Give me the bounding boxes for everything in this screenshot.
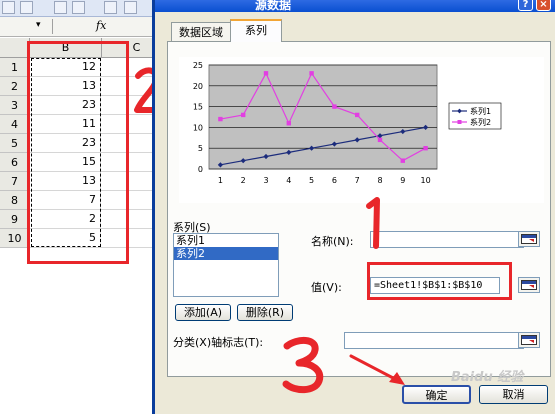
row-header[interactable]: 10: [0, 229, 30, 248]
data-point: [377, 137, 383, 143]
cancel-button[interactable]: 取消: [479, 385, 548, 404]
x-tick-label: 6: [332, 176, 337, 185]
legend-swatch-marker: [457, 120, 462, 124]
watermark: Baidu 经验: [451, 370, 524, 385]
tab-data-range[interactable]: 数据区域: [171, 22, 231, 41]
select-all-corner[interactable]: [0, 38, 30, 57]
toolbar-button-2[interactable]: [20, 1, 33, 14]
insert-function-icon[interactable]: fx: [96, 19, 106, 32]
x-tick-label: 4: [286, 176, 291, 185]
remove-series-button[interactable]: 删除(R): [237, 304, 293, 321]
preview-icon[interactable]: [72, 1, 85, 14]
add-series-button[interactable]: 添加(A): [175, 304, 231, 321]
y-tick-label: 20: [193, 82, 203, 91]
y-tick-label: 0: [198, 165, 203, 174]
collapse-dialog-icon: [521, 280, 537, 290]
annotation-box-data-range: [27, 41, 129, 264]
collapse-dialog-icon: [521, 335, 537, 345]
formula-bar-divider: [52, 19, 53, 34]
annotation-number-2: [134, 67, 152, 113]
annotation-arrow-to-ok: [349, 354, 405, 385]
row-header[interactable]: 8: [0, 191, 30, 210]
spellcheck-icon[interactable]: [104, 1, 117, 14]
annotation-number-1: [366, 197, 380, 249]
data-point: [286, 121, 291, 126]
x-tick-label: 5: [309, 176, 314, 185]
row-header[interactable]: 1: [0, 58, 30, 77]
toolbar-button-1[interactable]: [2, 1, 15, 14]
dialog-title-bar[interactable]: 源数据 ? ×: [155, 0, 555, 12]
tab-series[interactable]: 系列: [230, 19, 282, 42]
x-tick-label: 7: [355, 176, 360, 185]
annotation-box-value: [367, 262, 512, 300]
spreadsheet: ▾ fx B C 1 2 3 4 5 6 7 8 9 10 12 13 23 11 23 15 13 7 2 5: [0, 0, 152, 414]
x-tick-label: 1: [218, 176, 223, 185]
row-header[interactable]: 6: [0, 153, 30, 172]
data-point: [332, 104, 337, 109]
name-range-picker-button[interactable]: [518, 231, 540, 247]
name-input[interactable]: [370, 231, 524, 248]
y-tick-label: 15: [193, 103, 203, 112]
x-tick-label: 9: [400, 176, 405, 185]
research-icon[interactable]: [124, 1, 137, 14]
source-data-dialog: 源数据 ? × 数据区域 系列 0 5 10 15 20 25 1 2 3 4 5 6 7 8 9 10 系列1…: [152, 0, 555, 414]
value-label: 值(V):: [311, 281, 342, 294]
close-button[interactable]: ×: [536, 0, 551, 11]
row-header[interactable]: 9: [0, 210, 30, 229]
data-point: [400, 158, 405, 163]
print-icon[interactable]: [54, 1, 67, 14]
category-range-picker-button[interactable]: [518, 332, 540, 348]
series-listbox[interactable]: 系列1 系列2: [173, 233, 279, 297]
list-item[interactable]: 系列2: [174, 247, 278, 260]
data-point: [355, 112, 360, 118]
dialog-title: 源数据: [255, 0, 292, 12]
chart-preview: 0 5 10 15 20 25 1 2 3 4 5 6 7 8 9 10 系列1 系列2: [179, 57, 544, 203]
annotation-number-3: [282, 337, 324, 394]
y-tick-label: 10: [193, 123, 203, 132]
help-button[interactable]: ?: [518, 0, 533, 11]
value-range-picker-button[interactable]: [518, 277, 540, 293]
x-tick-label: 3: [263, 176, 268, 185]
data-point: [423, 146, 428, 151]
row-headers: 1 2 3 4 5 6 7 8 9 10: [0, 58, 30, 248]
row-header[interactable]: 3: [0, 96, 30, 115]
category-axis-label: 分类(X)轴标志(T):: [173, 336, 264, 349]
data-point: [218, 116, 223, 122]
data-point: [309, 71, 314, 76]
x-tick-label: 2: [241, 176, 246, 185]
y-tick-label: 25: [193, 61, 203, 70]
name-box-dropdown-icon[interactable]: ▾: [36, 20, 41, 30]
toolbar: [0, 0, 152, 17]
x-tick-label: 8: [377, 176, 382, 185]
legend-label: 系列1: [470, 106, 491, 116]
row-header[interactable]: 5: [0, 134, 30, 153]
list-item[interactable]: 系列1: [174, 234, 278, 247]
legend-label: 系列2: [470, 117, 491, 127]
name-label: 名称(N):: [311, 235, 354, 248]
data-point: [263, 71, 269, 76]
y-tick-label: 5: [198, 144, 203, 153]
data-point: [241, 112, 246, 118]
formula-bar: ▾ fx: [0, 17, 152, 37]
row-header[interactable]: 7: [0, 172, 30, 191]
collapse-dialog-icon: [521, 234, 537, 244]
row-header[interactable]: 2: [0, 77, 30, 96]
ok-button[interactable]: 确定: [402, 385, 471, 404]
category-axis-input[interactable]: [344, 332, 524, 349]
x-tick-label: 10: [421, 176, 431, 185]
row-header[interactable]: 4: [0, 115, 30, 134]
line-chart: 0 5 10 15 20 25 1 2 3 4 5 6 7 8 9 10 系列1系列2: [193, 61, 502, 185]
